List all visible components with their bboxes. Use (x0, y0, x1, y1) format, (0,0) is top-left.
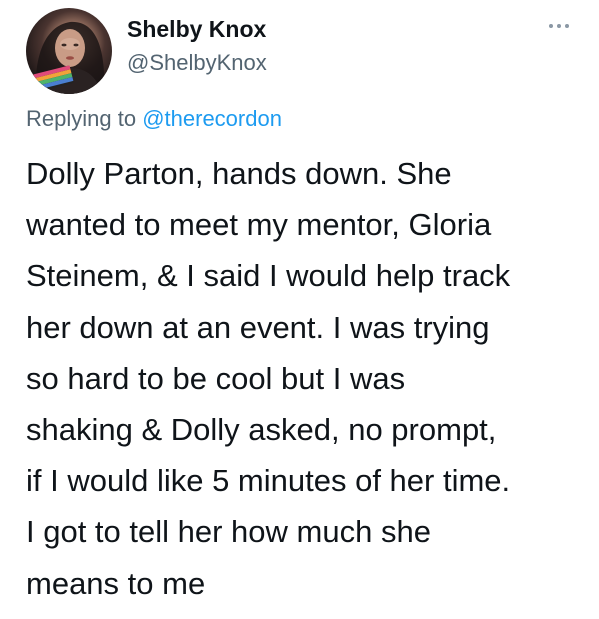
tweet: Shelby Knox @ShelbyKnox Replying to @the… (0, 0, 599, 619)
tweet-text-line: Steinem, & I said I would help track (26, 258, 511, 294)
tweet-text-line: means to me (26, 565, 206, 601)
more-dot (557, 24, 561, 28)
tweet-text: Dolly Parton, hands down. She wanted to … (26, 148, 581, 609)
tweet-text-line: Dolly Parton, hands down. She (26, 156, 452, 191)
avatar-photo (30, 21, 105, 94)
tweet-text-line: if I would like 5 minutes of her time. (26, 463, 511, 499)
author-name[interactable]: Shelby Knox (127, 16, 266, 43)
reply-prefix: Replying to (26, 106, 137, 131)
tweet-text-line: I got to tell her how much she (26, 514, 431, 550)
more-dot (549, 24, 553, 28)
reply-mention-link[interactable]: @therecordon (142, 106, 282, 131)
tweet-text-line: so hard to be cool but I was (26, 360, 406, 396)
tweet-text-line: her down at an event. I was trying (26, 309, 490, 345)
more-horizontal-icon[interactable] (546, 16, 576, 36)
tweet-text-line: shaking & Dolly asked, no prompt, (26, 412, 497, 448)
reply-context: Replying to @therecordon (26, 106, 282, 132)
more-dot (565, 24, 569, 28)
author-handle[interactable]: @ShelbyKnox (127, 50, 267, 76)
avatar[interactable] (26, 8, 112, 94)
tweet-text-line: wanted to meet my mentor, Gloria (26, 207, 492, 243)
